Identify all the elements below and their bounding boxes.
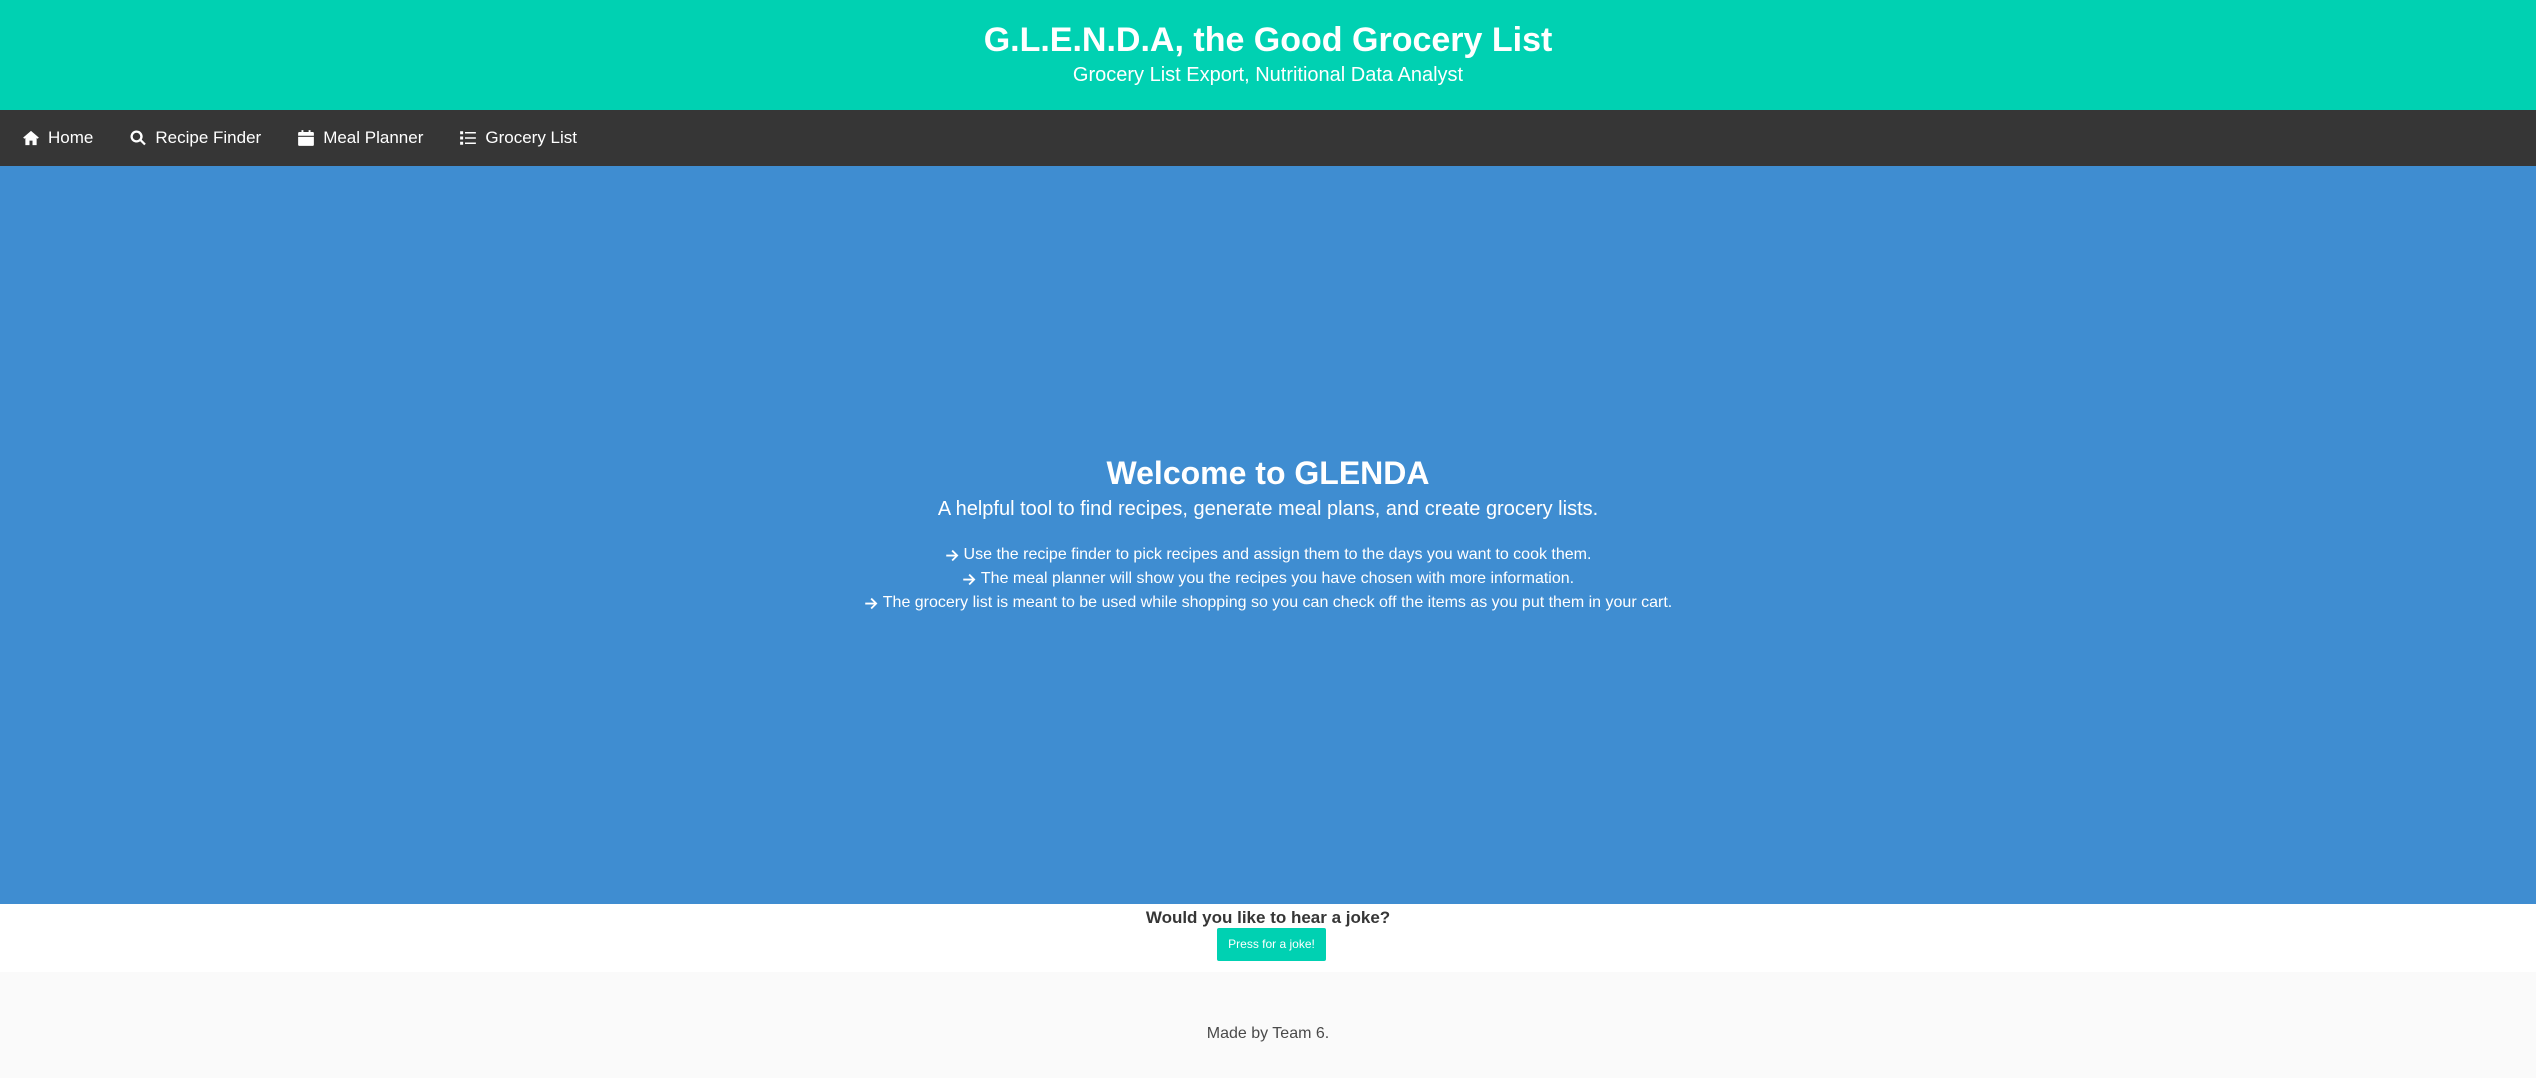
joke-question: Would you like to hear a joke? bbox=[1145, 908, 1391, 927]
list-icon bbox=[460, 131, 477, 145]
nav-item-home[interactable]: Home bbox=[22, 110, 93, 166]
joke-section: Would you like to hear a joke? Press for… bbox=[0, 904, 2536, 972]
calendar-icon bbox=[298, 130, 315, 146]
nav-item-grocery-list-label: Grocery List bbox=[485, 128, 577, 147]
welcome-hero: Welcome to GLENDA A helpful tool to find… bbox=[0, 166, 2536, 904]
step-item: The meal planner will show you the recip… bbox=[0, 567, 2536, 591]
arrow-right-icon bbox=[865, 597, 878, 609]
site-title: G.L.E.N.D.A, the Good Grocery List bbox=[983, 21, 1553, 59]
step-item: Use the recipe finder to pick recipes an… bbox=[0, 543, 2536, 567]
nav-item-home-label: Home bbox=[48, 128, 94, 147]
welcome-tagline: A helpful tool to find recipes, generate… bbox=[937, 498, 1599, 520]
home-icon bbox=[23, 130, 39, 146]
nav-item-recipe-finder-label: Recipe Finder bbox=[155, 128, 262, 147]
nav-item-meal-planner[interactable]: Meal Planner bbox=[297, 110, 423, 166]
nav-item-recipe-finder[interactable]: Recipe Finder bbox=[129, 110, 261, 166]
step-text: The grocery list is meant to be used whi… bbox=[882, 594, 1673, 611]
joke-button[interactable]: Press for a joke! bbox=[1217, 928, 1326, 961]
main-navbar: Home Recipe Finder Meal Planner Grocery … bbox=[0, 110, 2536, 166]
site-footer: Made by Team 6. bbox=[0, 972, 2536, 1078]
site-subtitle: Grocery List Export, Nutritional Data An… bbox=[1072, 64, 1464, 86]
arrow-right-icon bbox=[963, 573, 976, 585]
step-text: Use the recipe finder to pick recipes an… bbox=[963, 546, 1592, 563]
steps-list: Use the recipe finder to pick recipes an… bbox=[0, 543, 2536, 615]
footer-credit: Made by Team 6. bbox=[1206, 1025, 1330, 1042]
step-text: The meal planner will show you the recip… bbox=[980, 570, 1575, 587]
search-icon bbox=[130, 130, 147, 146]
welcome-title: Welcome to GLENDA bbox=[1106, 455, 1430, 491]
arrow-right-icon bbox=[945, 549, 958, 561]
nav-item-grocery-list[interactable]: Grocery List bbox=[459, 110, 577, 166]
site-header: G.L.E.N.D.A, the Good Grocery List Groce… bbox=[0, 0, 2536, 110]
nav-item-meal-planner-label: Meal Planner bbox=[323, 128, 424, 147]
step-item: The grocery list is meant to be used whi… bbox=[0, 591, 2536, 615]
